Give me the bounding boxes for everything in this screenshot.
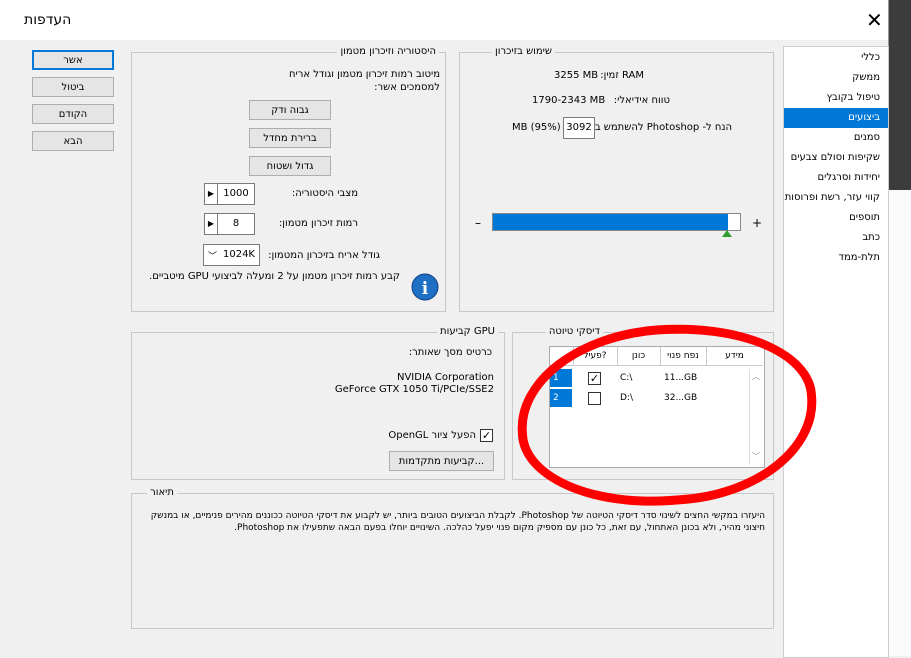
history-cache-legend: היסטוריה וזיכרון מטמון	[337, 46, 439, 57]
memory-slider-track[interactable]	[492, 213, 741, 231]
info-icon: i	[410, 272, 440, 302]
background-right-panel	[888, 190, 911, 656]
memory-slider-thumb[interactable]	[721, 230, 732, 237]
memory-amount-input[interactable]: 3092	[563, 117, 595, 139]
close-icon[interactable]: ✕	[866, 10, 883, 30]
tile-size-label: גודל אריח בזיכרון המטמון:	[268, 250, 380, 261]
memory-slider-fill	[493, 214, 728, 230]
cache-gpu-note: קבע רמות זיכרון מטמון על 2 ומעלה לביצועי…	[149, 271, 400, 282]
sidebar-item-units[interactable]: יחידות וסרגלים	[784, 168, 888, 188]
history-states-label: מצבי היסטוריה:	[291, 188, 358, 199]
ram-available-value: 3255 MB	[554, 70, 599, 81]
sidebar-item-interface[interactable]: ממשק	[784, 68, 888, 88]
gpu-settings-legend: קביעות GPU	[437, 326, 498, 337]
advanced-settings-button[interactable]: קביעות מתקדמות...	[389, 451, 494, 471]
sidebar-item-performance[interactable]: ביצועים	[784, 108, 888, 128]
sidebar-item-general[interactable]: כללי	[784, 48, 888, 68]
cache-optimize-desc: מיטוב רמות זיכרון מטמון וגודל אריח למסמכ…	[288, 69, 440, 93]
big-flat-button[interactable]: גדול ושטוח	[249, 156, 331, 176]
cache-levels-input[interactable]: 8	[217, 213, 255, 235]
cache-levels-label: רמות זיכרון מטמון:	[278, 218, 358, 229]
window-title: העדפות	[24, 12, 72, 28]
sidebar-item-plugins[interactable]: תוספים	[784, 208, 888, 228]
ideal-range-value: 1790-2343 MB	[532, 95, 606, 106]
opengl-checkbox[interactable]: ✓	[480, 429, 493, 442]
cache-levels-spin[interactable]: ▶	[204, 213, 218, 235]
description-text: היעזרו במקשי החצים לשינוי סדר דיסקי הטיו…	[150, 511, 765, 533]
tall-thin-button[interactable]: גבוה ודק	[249, 100, 331, 120]
sidebar-item-type[interactable]: כתב	[784, 228, 888, 248]
memory-usage-legend: שימוש בזיכרון	[492, 46, 555, 57]
preferences-dialog: העדפות ✕ אשר ביטול הקודם הבא כללי ממשק ט…	[0, 0, 889, 658]
memory-usage-group: שימוש בזיכרון	[459, 46, 774, 312]
let-photoshop-label: הנח ל- Photoshop להשתמש ב:	[591, 122, 732, 133]
chevron-down-icon: ﹀	[208, 252, 218, 262]
ideal-range-label: טווח אידיאלי:	[613, 95, 670, 106]
sidebar-item-guides[interactable]: קווי עזר, רשת ופרוסות	[784, 188, 888, 208]
memory-percent-label: MB (95%)	[512, 122, 561, 133]
slider-minus-label: –	[475, 216, 481, 230]
sidebar-item-cursors[interactable]: סמנים	[784, 128, 888, 148]
title-bar: העדפות ✕	[0, 0, 888, 40]
prev-button[interactable]: הקודם	[32, 104, 114, 124]
history-states-spin[interactable]: ▶	[204, 183, 218, 205]
gpu-vendor: NVIDIA Corporation	[396, 372, 494, 383]
sidebar-item-3d[interactable]: תלת-ממד	[784, 248, 888, 268]
gpu-model: GeForce GTX 1050 Ti/PCIe/SSE2	[334, 384, 494, 395]
history-states-input[interactable]: 1000	[217, 183, 255, 205]
sidebar-item-file-handling[interactable]: טיפול בקובץ	[784, 88, 888, 108]
next-button[interactable]: הבא	[32, 131, 114, 151]
cancel-button[interactable]: ביטול	[32, 77, 114, 97]
slider-plus-label: +	[752, 216, 763, 230]
description-legend: תיאור	[147, 487, 177, 498]
ok-button[interactable]: אשר	[32, 50, 114, 70]
opengl-label: הפעל ציור OpenGL	[388, 430, 476, 441]
scratch-disks-legend: דיסקי טיוטה	[545, 326, 603, 337]
default-button[interactable]: ברירת מחדל	[249, 128, 331, 148]
ram-available-label: RAM זמין:	[600, 70, 644, 81]
sidebar-item-transparency[interactable]: שקיפות וסולם צבעים	[784, 148, 888, 168]
gpu-detected-label: כרטיס מסך שאותר:	[408, 347, 492, 358]
svg-text:i: i	[422, 279, 429, 299]
